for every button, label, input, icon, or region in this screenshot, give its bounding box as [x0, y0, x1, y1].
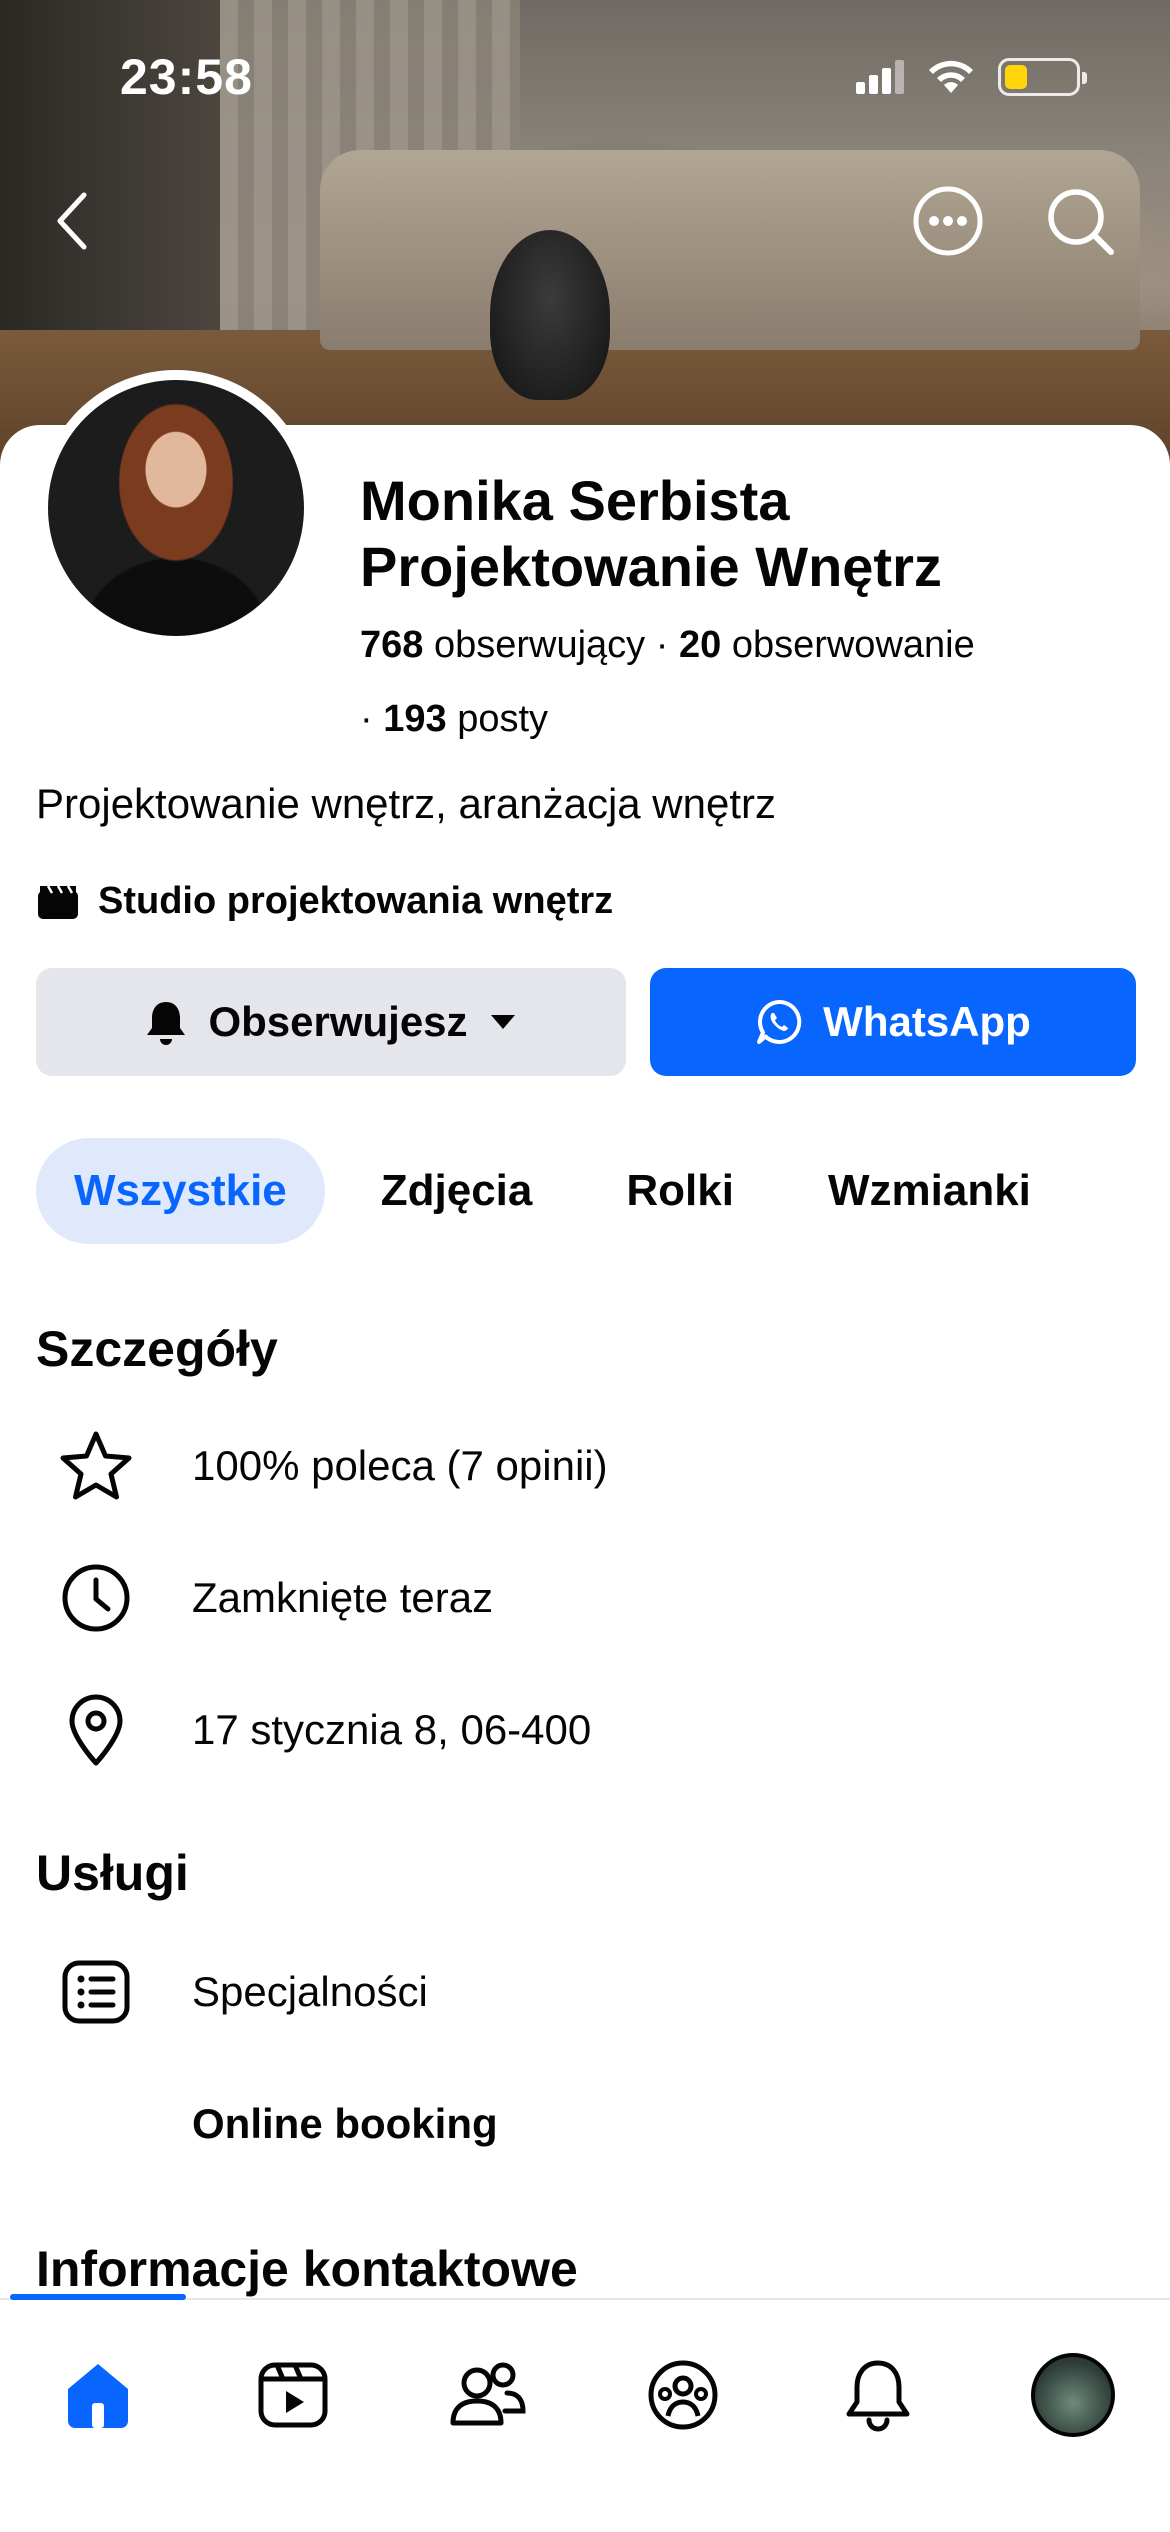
profile-picture[interactable]: [38, 370, 314, 646]
nav-notifications[interactable]: [833, 2350, 923, 2440]
bottom-nav: [0, 2298, 1170, 2532]
friends-icon: [450, 2362, 526, 2426]
services-title: Usługi: [36, 1845, 189, 1901]
following-label: Obserwujesz: [208, 998, 468, 1045]
whatsapp-label: WhatsApp: [823, 998, 1031, 1045]
tab-mentions[interactable]: Wzmianki: [790, 1138, 1069, 1244]
clapperboard-icon: [38, 884, 78, 919]
profile-photo: [48, 380, 304, 636]
more-icon: [913, 186, 983, 256]
location-pin-icon: [56, 1690, 136, 1770]
status-bar: 23:58: [0, 0, 1170, 150]
whatsapp-button[interactable]: WhatsApp: [650, 968, 1136, 1076]
nav-groups[interactable]: [638, 2350, 728, 2440]
page-title-line2: Projektowanie Wnętrz: [360, 535, 942, 598]
cover-sofa: [320, 150, 1140, 350]
home-icon: [68, 2364, 128, 2428]
nav-home[interactable]: [53, 2350, 143, 2440]
nav-video[interactable]: [248, 2350, 338, 2440]
whatsapp-icon: [757, 999, 802, 1044]
more-options-button[interactable]: [912, 185, 984, 257]
posts-count: 193: [383, 698, 447, 740]
tab-all[interactable]: Wszystkie: [36, 1138, 325, 1244]
tab-photos[interactable]: Zdjęcia: [343, 1138, 571, 1244]
chevron-left-icon: [57, 192, 87, 250]
detail-hours-text: Zamknięte teraz: [192, 1574, 494, 1621]
detail-address[interactable]: 17 stycznia 8, 06-400: [56, 1690, 591, 1770]
star-icon: [56, 1426, 136, 1506]
battery-level: [1005, 65, 1027, 89]
battery-icon: [998, 58, 1087, 96]
search-button[interactable]: [1044, 185, 1116, 257]
category-label: Studio projektowania wnętrz: [98, 880, 614, 922]
clock-icon: [56, 1558, 136, 1638]
detail-rating[interactable]: 100% poleca (7 opinii): [56, 1426, 608, 1506]
profile-tabs: Wszystkie Zdjęcia Rolki Wzmianki: [36, 1138, 1087, 1244]
service-online-booking-text: Online booking: [192, 2100, 498, 2147]
groups-icon: [648, 2360, 718, 2430]
stats-separator: ·: [360, 698, 384, 740]
cover-table: [490, 230, 610, 400]
bell-icon: [147, 1002, 186, 1045]
following-count[interactable]: 20: [679, 624, 721, 666]
detail-rating-text: 100% poleca (7 opinii): [192, 1442, 608, 1489]
signal-icon: [856, 60, 904, 94]
stats-separator: ·: [655, 624, 679, 666]
bell-icon: [846, 2360, 910, 2432]
status-icons: [856, 58, 1087, 96]
list-icon: [56, 1952, 136, 2032]
video-icon: [258, 2362, 328, 2428]
page-title-line1: Monika Serbista: [360, 469, 790, 532]
search-icon: [1048, 189, 1114, 255]
scroll-indicator: [10, 2294, 186, 2300]
profile-avatar: [1031, 2353, 1115, 2437]
caret-down-icon: [490, 1015, 515, 1029]
page-bio: Projektowanie wnętrz, aranżacja wnętrz: [36, 780, 777, 827]
followers-count[interactable]: 768: [360, 624, 423, 666]
details-title: Szczegóły: [36, 1321, 278, 1377]
following-label[interactable]: obserwowanie: [732, 624, 975, 666]
back-button[interactable]: [36, 185, 108, 257]
service-specialties[interactable]: Specjalności: [56, 1952, 428, 2032]
posts-stat: · 193 posty: [360, 694, 548, 744]
following-button[interactable]: Obserwujesz: [36, 968, 626, 1076]
service-specialties-text: Specjalności: [192, 1968, 428, 2015]
nav-friends[interactable]: [443, 2350, 533, 2440]
page-category: Studio projektowania wnętrz: [36, 880, 613, 923]
page-title: Monika Serbista Projektowanie Wnętrz: [360, 468, 1140, 600]
posts-label: posty: [457, 698, 549, 740]
followers-label[interactable]: obserwujący: [434, 624, 645, 666]
page-stats: 768 obserwujący · 20 obserwowanie: [360, 620, 975, 670]
detail-hours[interactable]: Zamknięte teraz: [56, 1558, 493, 1638]
nav-profile[interactable]: [1028, 2350, 1118, 2440]
contact-title: Informacje kontaktowe: [36, 2241, 578, 2297]
detail-address-text: 17 stycznia 8, 06-400: [192, 1706, 592, 1753]
status-time: 23:58: [120, 49, 253, 105]
wifi-icon: [929, 60, 973, 93]
tab-reels[interactable]: Rolki: [588, 1138, 772, 1244]
